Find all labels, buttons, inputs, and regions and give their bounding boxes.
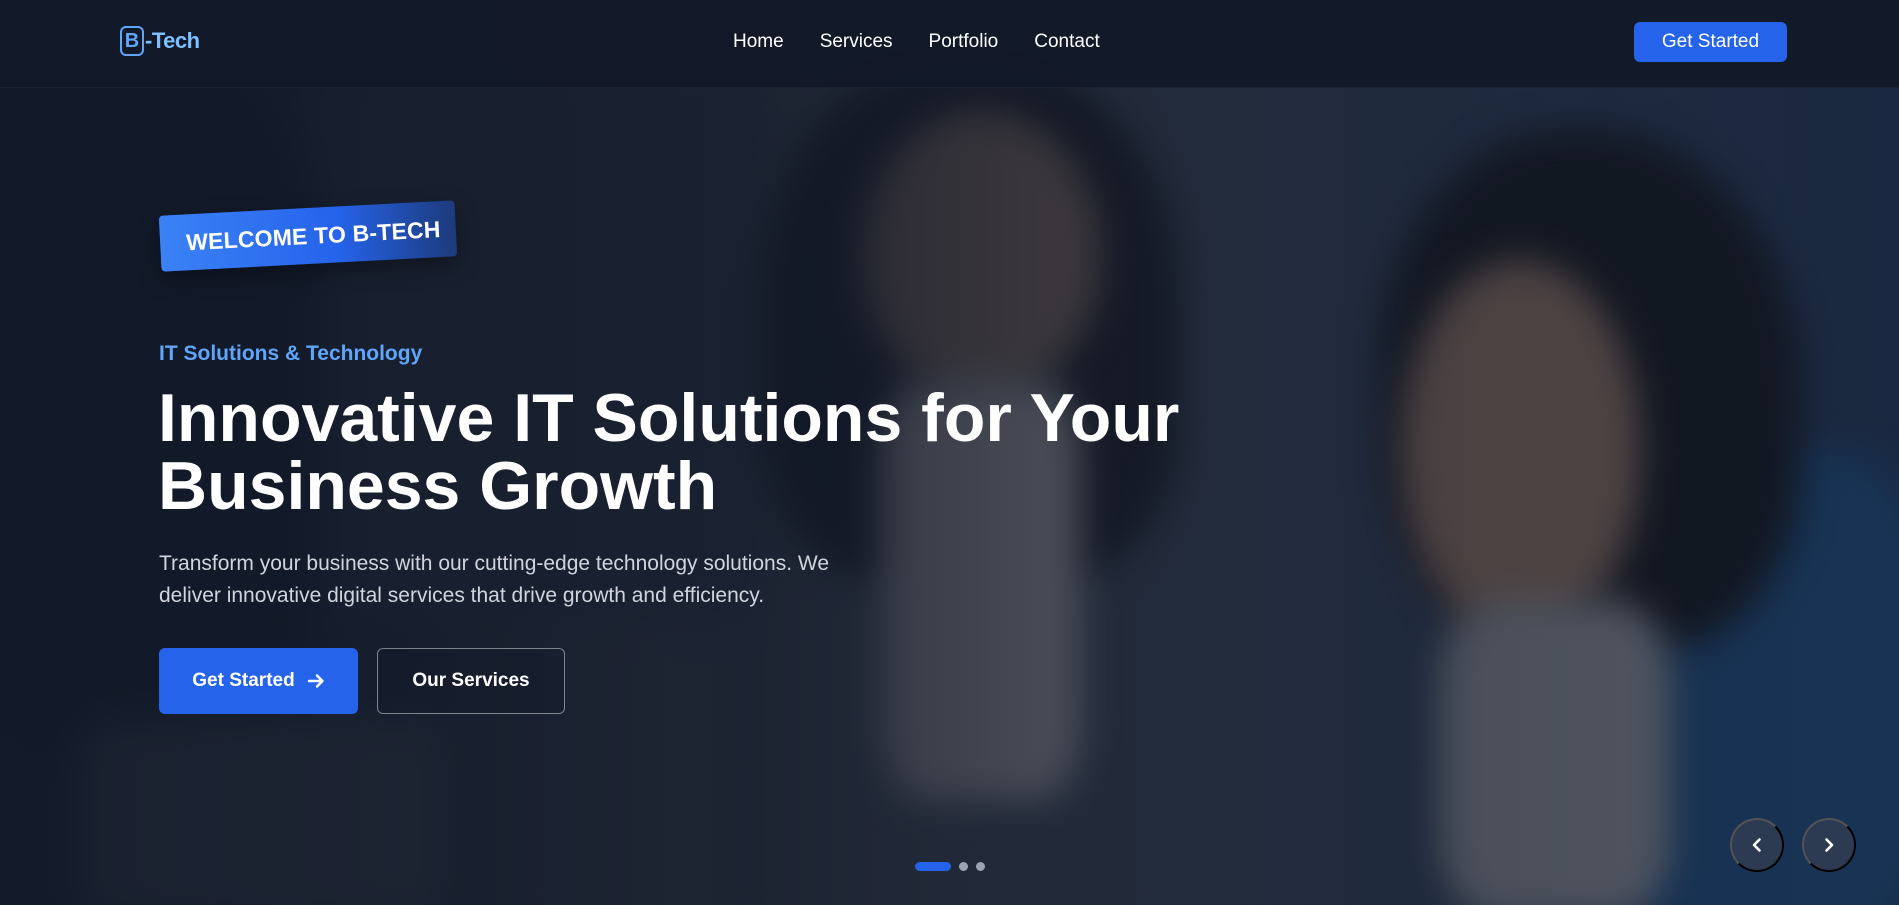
hero-headline: Innovative IT Solutions for Your Busines… [158, 384, 1258, 520]
slider-prev-button[interactable] [1730, 818, 1784, 872]
our-services-button[interactable]: Our Services [377, 648, 565, 714]
hero-headline-line-1: Innovative IT Solutions for Your [158, 380, 1180, 456]
arrow-right-icon [307, 674, 324, 688]
nav-link-contact[interactable]: Contact [1034, 31, 1099, 53]
header-get-started-button[interactable]: Get Started [1634, 22, 1787, 62]
main-nav: Home Services Portfolio Contact [733, 31, 1100, 53]
chevron-right-icon [1825, 838, 1834, 852]
hero-description: Transform your business with our cutting… [159, 548, 899, 612]
welcome-badge-text: WELCOME TO B-TECH [185, 215, 442, 255]
hero-get-started-label: Get Started [192, 670, 295, 691]
brand-logo[interactable]: B -Tech [120, 26, 200, 56]
slider-dot-3[interactable] [976, 862, 985, 871]
hero-description-line-2: deliver innovative digital services that… [159, 584, 765, 607]
logo-text: -Tech [145, 28, 200, 53]
slider-next-button[interactable] [1802, 818, 1856, 872]
slider-dot-1[interactable] [915, 862, 951, 871]
hero-description-line-1: Transform your business with our cutting… [159, 552, 830, 575]
site-header: B -Tech Home Services Portfolio Contact … [0, 0, 1899, 88]
nav-link-portfolio[interactable]: Portfolio [929, 31, 999, 53]
nav-link-services[interactable]: Services [820, 31, 893, 53]
chevron-left-icon [1752, 838, 1761, 852]
hero-headline-line-2: Business Growth [158, 448, 718, 524]
hero-eyebrow: IT Solutions & Technology [159, 342, 423, 365]
slider-pagination [915, 862, 985, 871]
nav-link-home[interactable]: Home [733, 31, 784, 53]
slider-dot-2[interactable] [959, 862, 968, 871]
hero-get-started-button[interactable]: Get Started [159, 648, 358, 714]
logo-mark-icon: B [120, 26, 144, 56]
